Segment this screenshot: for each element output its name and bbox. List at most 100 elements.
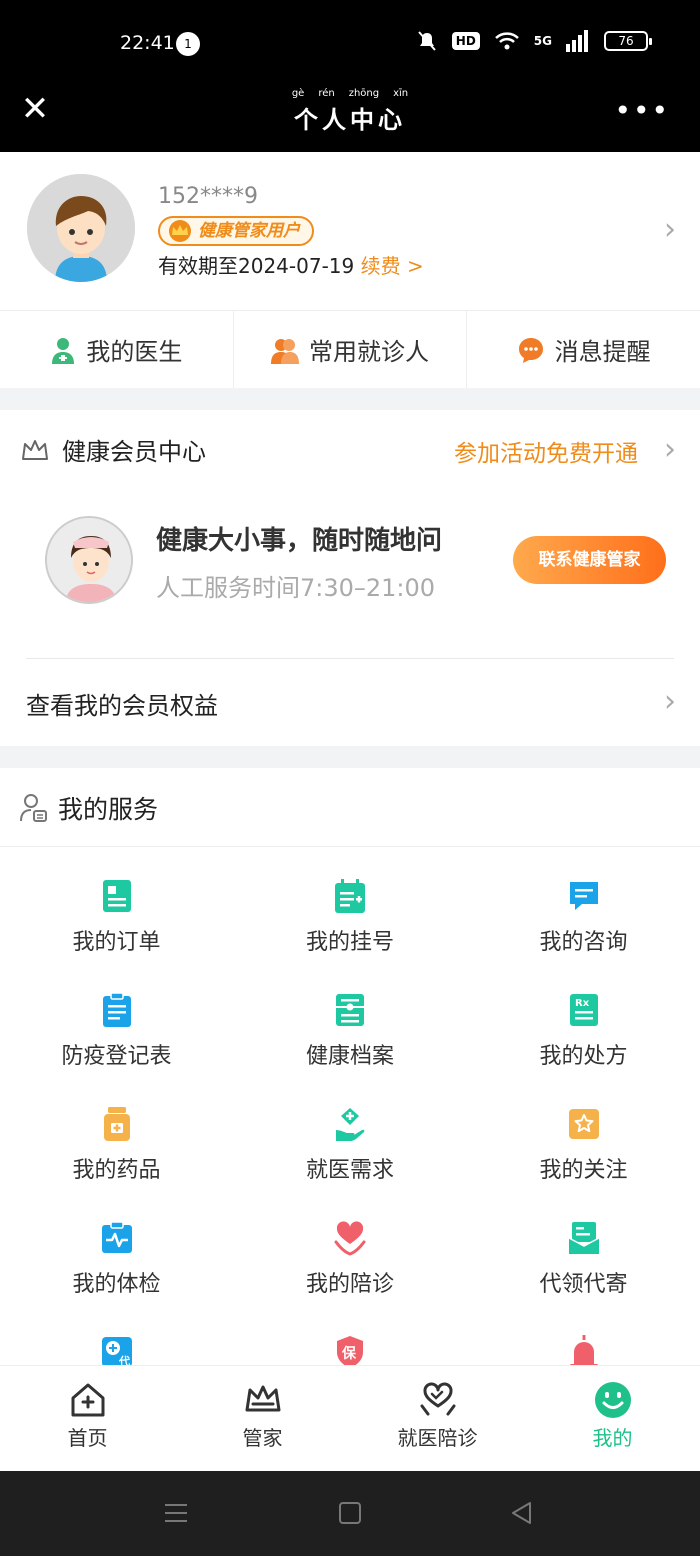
service-person-icon [20,794,47,822]
pinyin-3: zhōng [348,88,380,99]
clipboard-icon [102,992,131,1027]
signal-icon [566,30,588,52]
service-my-escort[interactable]: 我的陪诊 [233,1220,467,1334]
notification-count-badge: 1 [176,32,200,56]
more-icon[interactable]: ••• [614,94,670,127]
service-medical-needs[interactable]: 就医需求 [233,1106,467,1220]
nav-medical-escort-label: 就医陪诊 [397,1426,478,1450]
heart-icon [334,1221,366,1256]
service-my-orders[interactable]: 我的订单 [0,878,233,992]
member-center-header[interactable]: 健康会员中心 [20,432,206,467]
shortcut-patients[interactable]: 常用就诊人 [234,311,468,388]
service-label: 代领代寄 [539,1272,628,1297]
patients-icon [271,338,299,364]
service-label: 我的挂号 [305,930,394,955]
divider [26,658,674,659]
chevron-right-icon: › [664,432,676,467]
nav-manager[interactable]: 管家 [175,1366,350,1471]
nurse-avatar [45,516,133,604]
avatar-boy-icon [27,174,135,282]
home-square-icon[interactable] [336,1499,364,1527]
medicine-icon [103,1107,130,1141]
service-my-checkup[interactable]: 我的体检 [0,1220,233,1334]
mute-bell-icon [418,31,436,51]
service-hours: 人工服务时间7:30–21:00 [156,574,436,602]
service-my-medicine[interactable]: 我的药品 [0,1106,233,1220]
pinyin-2: rén [318,88,335,99]
nav-manager-label: 管家 [242,1426,283,1450]
app-screen: 22:41 1 HD 5G 76 ✕ gè rén zhōng xīn 个人中心… [0,0,700,1556]
crown-badge-icon [169,220,191,242]
vip-badge: 健康管家用户 [158,216,314,246]
service-my-follows[interactable]: 我的关注 [467,1106,700,1220]
service-label: 健康档案 [305,1044,394,1069]
vip-badge-label: 健康管家用户 [198,221,300,241]
checkup-icon [101,1221,132,1253]
mail-icon [568,1222,599,1254]
member-center-title: 健康会员中心 [62,438,206,466]
shortcut-messages[interactable]: 消息提醒 [467,311,700,388]
service-pickup-mail[interactable]: 代领代寄 [467,1220,700,1334]
back-icon[interactable] [508,1499,536,1527]
archive-icon [336,994,364,1026]
pinyin-4: xīn [393,88,409,99]
nav-home[interactable]: 首页 [0,1366,175,1471]
nav-mine[interactable]: 我的 [525,1366,700,1471]
service-epidemic-form[interactable]: 防疫登记表 [0,992,233,1106]
service-my-registration[interactable]: 我的挂号 [233,878,467,992]
shortcut-messages-label: 消息提醒 [554,338,651,366]
smile-icon [594,1382,631,1418]
network-5g-icon: 5G [533,34,552,48]
page-title: gè rén zhōng xīn 个人中心 [0,88,700,135]
shortcut-my-doctor[interactable]: 我的医生 [0,311,234,388]
my-services-section: 我的服务 我的订单 我的挂号 我的咨询 防疫登记表 健康档案 Rx 我的处方 我… [0,768,700,1369]
service-label: 防疫登记表 [61,1044,172,1069]
divider [0,846,700,847]
title-pinyin: gè rén zhōng xīn [0,88,700,100]
membership-expiry: 有效期至2024-07-19 续费 > [158,250,424,279]
status-bar: 22:41 1 HD 5G 76 [0,0,700,86]
service-label: 我的订单 [72,930,161,955]
calendar-icon [335,879,365,913]
svg-text:Rx: Rx [575,998,590,1009]
chevron-right-icon: › [664,684,676,719]
shortcut-my-doctor-label: 我的医生 [86,338,183,366]
status-time: 22:41 [120,32,175,54]
star-icon [568,1109,599,1139]
service-my-prescription[interactable]: Rx 我的处方 [467,992,700,1106]
renew-link[interactable]: 续费 > [361,254,424,278]
service-my-consultation[interactable]: 我的咨询 [467,878,700,992]
member-promo-link[interactable]: 参加活动免费开通 [454,434,638,468]
user-phone: 152****9 [158,184,258,209]
service-label: 我的关注 [539,1158,628,1183]
member-benefits-link[interactable]: 查看我的会员权益 [26,686,218,721]
services-header: 我的服务 [20,790,158,826]
expiry-text: 有效期至2024-07-19 [158,254,355,278]
avatar[interactable] [27,174,135,282]
service-label: 我的药品 [72,1158,161,1183]
shortcut-bar: 我的医生 常用就诊人 消息提醒 [0,310,700,388]
contact-health-manager-button[interactable]: 联系健康管家 [513,536,666,584]
member-slogan: 健康大小事，随时随地问 [156,526,443,556]
service-label: 就医需求 [305,1158,394,1183]
nav-home-label: 首页 [67,1426,108,1450]
services-grid: 我的订单 我的挂号 我的咨询 防疫登记表 健康档案 Rx 我的处方 我的药品 就… [0,878,700,1448]
service-label: 我的处方 [539,1044,628,1069]
nav-medical-escort[interactable]: 就医陪诊 [350,1366,525,1471]
prescription-icon: Rx [569,994,598,1026]
battery-icon: 76 [604,31,652,51]
status-icons: HD 5G 76 [416,30,652,52]
order-icon [102,880,131,912]
pinyin-1: gè [291,88,305,99]
crown-outline-icon [22,439,48,460]
shortcut-patients-label: 常用就诊人 [309,338,429,366]
service-health-records[interactable]: 健康档案 [233,992,467,1106]
profile-card[interactable]: 152****9 健康管家用户 有效期至2024-07-19 续费 > › [0,152,700,310]
app-header: ✕ gè rén zhōng xīn 个人中心 ••• [0,86,700,152]
service-label: 我的陪诊 [305,1272,394,1297]
nav-mine-label: 我的 [592,1426,633,1450]
wifi-icon [494,32,519,50]
home-icon [71,1383,104,1417]
menu-icon[interactable] [162,1499,190,1527]
page-title-text: 个人中心 [294,105,406,134]
